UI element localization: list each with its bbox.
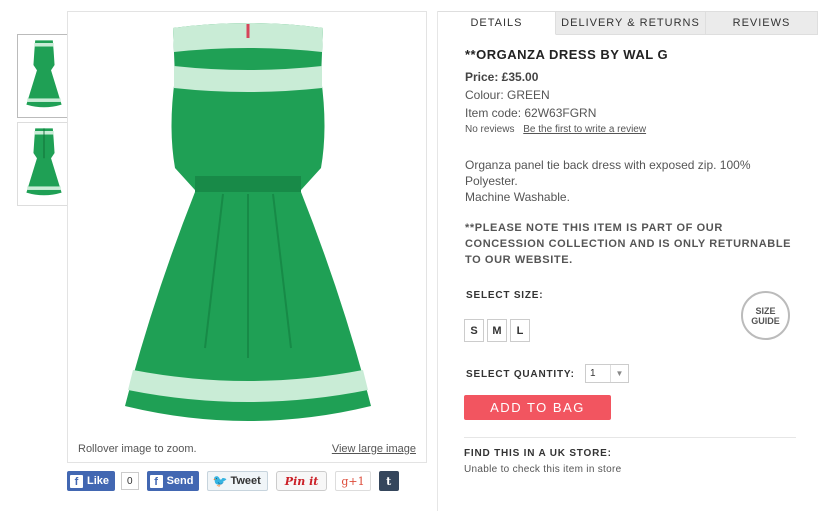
reviews-summary: No reviews Be the first to write a revie…	[465, 124, 805, 135]
google-plus-button[interactable]: g+1	[335, 471, 371, 491]
facebook-like-button[interactable]: f Like	[67, 471, 116, 491]
size-options: S M L	[464, 319, 530, 342]
pinterest-pin-it-button[interactable]: Pin it	[275, 471, 328, 491]
description-line-1: Organza panel tie back dress with expose…	[465, 158, 751, 188]
chevron-down-icon: ▼	[610, 365, 628, 382]
tab-details[interactable]: DETAILS	[438, 11, 556, 35]
select-size-label: SELECT SIZE:	[466, 290, 544, 301]
product-description: Organza panel tie back dress with expose…	[465, 157, 805, 205]
section-divider	[464, 437, 796, 438]
thumbnail-back[interactable]	[17, 122, 70, 206]
write-review-link[interactable]: Be the first to write a review	[523, 124, 646, 135]
concession-notice: **PLEASE NOTE THIS ITEM IS PART OF OUR C…	[465, 222, 792, 266]
select-quantity-label: SELECT QUANTITY:	[466, 369, 575, 380]
tweet-button[interactable]: 🐦 Tweet	[207, 471, 268, 491]
product-colour: Colour: GREEN	[465, 88, 550, 102]
product-title: **ORGANZA DRESS BY WAL G	[465, 47, 669, 62]
organza-dress-image	[125, 23, 371, 421]
facebook-send-button[interactable]: f Send	[146, 471, 200, 491]
facebook-icon: f	[70, 474, 83, 488]
view-large-image-link[interactable]: View large image	[332, 443, 416, 455]
size-guide-line-1: SIZE	[755, 305, 776, 316]
product-price: Price: £35.00	[465, 70, 539, 84]
quantity-value: 1	[590, 368, 596, 379]
size-option-m[interactable]: M	[487, 319, 507, 342]
no-reviews-text: No reviews	[465, 124, 515, 135]
send-label: Send	[166, 475, 194, 487]
size-guide-button[interactable]: SIZE GUIDE	[741, 291, 790, 340]
product-tabs: DETAILS DELIVERY & RETURNS REVIEWS	[438, 11, 818, 35]
size-option-l[interactable]: L	[510, 319, 530, 342]
like-count: 0	[121, 472, 139, 490]
like-label: Like	[87, 475, 110, 487]
product-item-code: Item code: 62W63FGRN	[465, 106, 597, 120]
dress-front-thumbnail-image	[25, 40, 62, 108]
social-share-bar: f Like 0 f Send 🐦 Tweet Pin it g+1 t	[67, 470, 399, 492]
tab-delivery-returns[interactable]: DELIVERY & RETURNS	[556, 11, 706, 35]
tab-reviews[interactable]: REVIEWS	[706, 11, 818, 35]
find-in-store-title: FIND THIS IN A UK STORE:	[464, 448, 612, 459]
column-divider	[437, 11, 438, 511]
product-details: **ORGANZA DRESS BY WAL G Price: £35.00 C…	[465, 47, 805, 268]
zoom-hint: Rollover image to zoom.	[78, 443, 197, 455]
tumblr-button[interactable]: t	[378, 471, 399, 491]
main-product-image[interactable]: Rollover image to zoom. View large image	[67, 11, 427, 463]
tweet-label: Tweet	[230, 475, 261, 487]
description-line-2: Machine Washable.	[465, 190, 570, 204]
find-in-store-message: Unable to check this item in store	[464, 464, 622, 475]
quantity-select[interactable]: 1 ▼	[585, 364, 629, 383]
facebook-icon: f	[149, 474, 163, 488]
dress-back-thumbnail-image	[25, 128, 62, 196]
add-to-bag-button[interactable]: ADD TO BAG	[464, 395, 611, 420]
twitter-bird-icon: 🐦	[212, 474, 228, 488]
size-guide-line-2: GUIDE	[751, 315, 780, 326]
thumbnail-list	[17, 34, 70, 210]
thumbnail-front[interactable]	[17, 34, 70, 118]
size-option-s[interactable]: S	[464, 319, 484, 342]
